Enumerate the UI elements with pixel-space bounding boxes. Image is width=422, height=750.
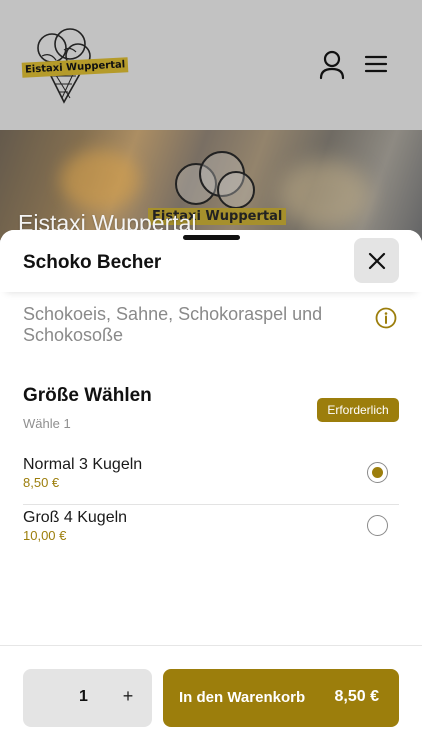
add-to-cart-label: In den Warenkorb — [179, 689, 306, 706]
size-option-normal[interactable]: Normal 3 Kugeln 8,50 € — [23, 453, 399, 505]
radio-button[interactable] — [367, 515, 388, 536]
increment-button[interactable]: + — [119, 685, 137, 707]
add-to-cart-button[interactable]: In den Warenkorb 8,50 € — [163, 669, 399, 727]
sheet-header: Schoko Becher — [0, 230, 422, 292]
option-price: 10,00 € — [23, 528, 67, 543]
product-bottom-sheet: Schoko Becher Schokoeis, Sahne, Schokora… — [0, 230, 422, 750]
product-description: Schokoeis, Sahne, Schokoraspel und Schok… — [23, 304, 323, 345]
option-group-title: Größe Wählen — [23, 385, 152, 406]
size-option-gross[interactable]: Groß 4 Kugeln 10,00 € — [23, 506, 399, 558]
hero-image-blur — [280, 160, 370, 230]
close-button[interactable] — [354, 238, 399, 283]
product-title: Schoko Becher — [23, 252, 162, 273]
option-name: Normal 3 Kugeln — [23, 456, 143, 473]
info-icon[interactable] — [375, 307, 397, 329]
app-header: Eistaxi Wuppertal — [0, 0, 422, 130]
radio-button-selected[interactable] — [367, 462, 388, 483]
brand-logo[interactable]: Eistaxi Wuppertal — [20, 22, 129, 106]
footer-divider — [0, 645, 422, 646]
option-price: 8,50 € — [23, 475, 60, 490]
quantity-stepper[interactable]: 1 + — [23, 669, 152, 727]
add-to-cart-price: 8,50 € — [334, 688, 379, 705]
hero-banner: Eistaxi Wuppertal Eistaxi Wuppertal — [0, 130, 422, 240]
quantity-value: 1 — [79, 688, 88, 705]
option-group-subtitle: Wähle 1 — [23, 416, 71, 431]
drag-handle[interactable] — [183, 235, 240, 240]
hero-image-blur — [60, 150, 140, 210]
required-badge: Erforderlich — [317, 398, 399, 422]
close-icon — [368, 252, 385, 269]
user-icon[interactable] — [318, 50, 346, 80]
hamburger-menu-icon[interactable] — [364, 54, 388, 74]
option-name: Groß 4 Kugeln — [23, 509, 128, 526]
